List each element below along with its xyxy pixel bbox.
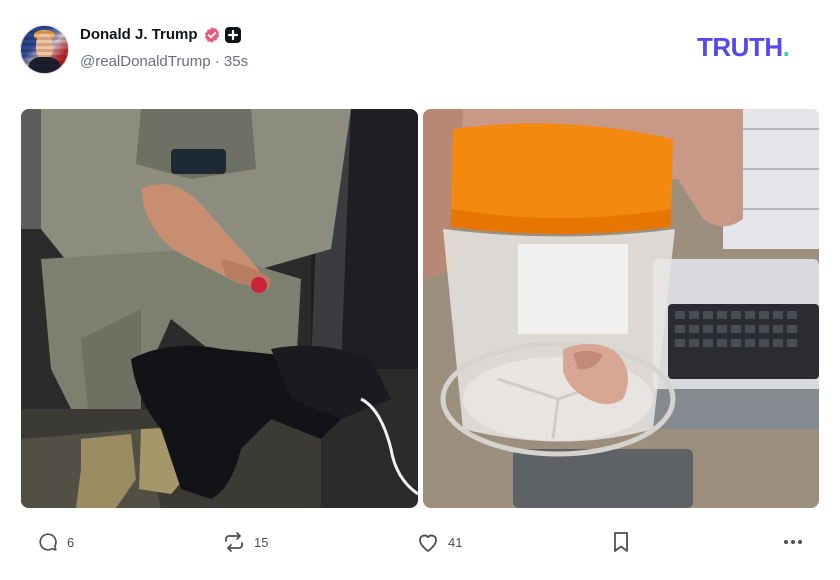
reply-button[interactable]: 6 xyxy=(37,530,74,554)
author-name[interactable]: Donald J. Trump xyxy=(80,26,198,43)
verified-badge-icon xyxy=(204,27,220,43)
truth-logo[interactable]: TRUTH. xyxy=(697,32,790,63)
like-icon xyxy=(419,534,437,552)
post-image-left[interactable] xyxy=(21,109,418,508)
reply-icon xyxy=(39,533,57,551)
avatar[interactable] xyxy=(20,25,69,74)
logo-dot: . xyxy=(782,32,790,62)
author-handle[interactable]: @realDonaldTrump xyxy=(80,53,211,70)
handle-row: @realDonaldTrump · 35s xyxy=(80,53,248,70)
retruth-button[interactable]: 15 xyxy=(222,530,268,554)
like-button[interactable]: 41 xyxy=(416,530,462,554)
post-image-right[interactable] xyxy=(423,109,819,508)
retruth-icon xyxy=(225,532,243,552)
logo-text: TRUTH xyxy=(697,32,783,62)
post-timestamp[interactable]: 35s xyxy=(224,53,248,70)
plus-badge-icon xyxy=(225,27,241,43)
reply-count: 6 xyxy=(67,534,75,550)
truth-post: Donald J. Trump @realDonaldTrump · 35s T… xyxy=(0,0,840,580)
retruth-count: 15 xyxy=(254,534,269,550)
separator: · xyxy=(214,53,220,70)
post-actions: 6 15 41 xyxy=(0,525,840,561)
like-count: 41 xyxy=(448,534,463,550)
more-icon xyxy=(784,540,802,544)
more-button[interactable] xyxy=(782,530,804,554)
bookmark-icon xyxy=(614,532,628,552)
bookmark-button[interactable] xyxy=(611,530,631,554)
